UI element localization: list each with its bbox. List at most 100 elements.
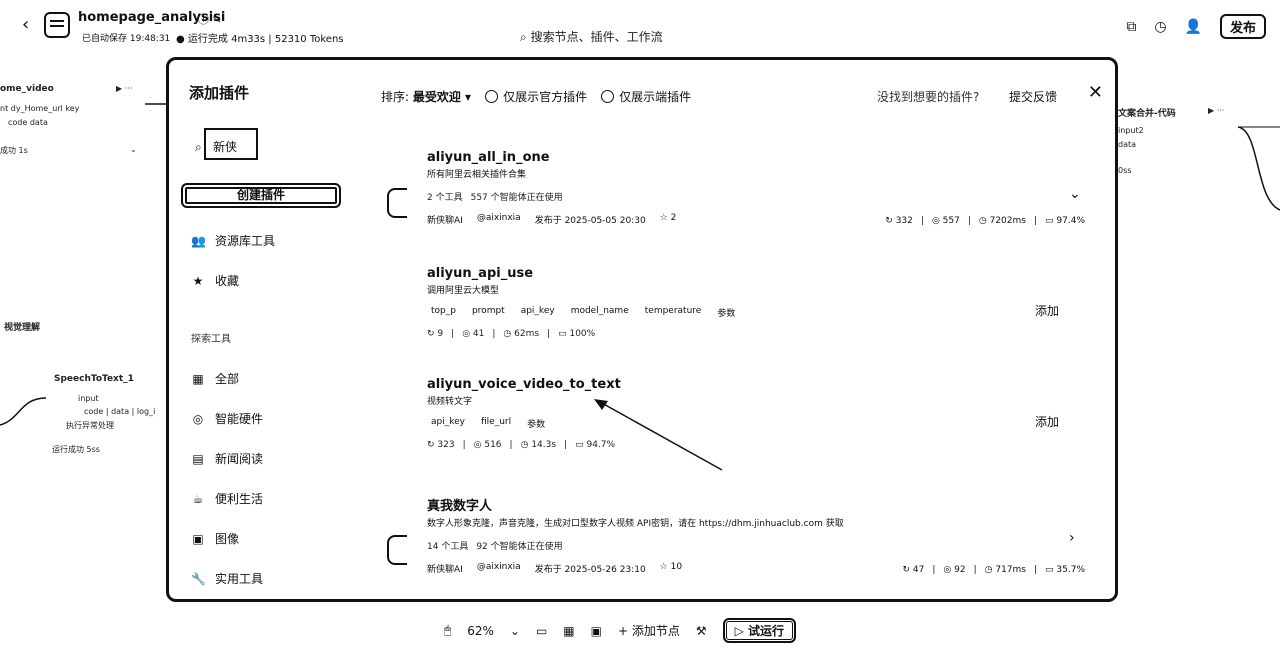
sidebar-item-image[interactable]: ▣ 图像 xyxy=(191,530,239,547)
debug-icon[interactable]: ⚒ xyxy=(696,624,707,638)
success-stat: ▭ 94.7% xyxy=(575,440,616,450)
users-icon: 👥 xyxy=(191,233,206,248)
add-node-button[interactable]: + 添加节点 xyxy=(618,622,680,639)
param-chip: 参数 xyxy=(717,309,736,319)
plugin-desc: 调用阿里云大模型 xyxy=(427,286,500,296)
plugin-stats: ↻ 47 | ◎ 92 | ◷ 717ms | ▭ 35.7% xyxy=(902,565,1086,575)
minimap-icon[interactable]: ▣ xyxy=(591,624,602,638)
author-handle: @aixinxia xyxy=(476,562,521,572)
plugin-logo-icon xyxy=(387,188,407,218)
runs-value: 9 xyxy=(437,329,444,339)
latency-stat: ◷ 14.3s xyxy=(520,440,557,450)
plugin-name[interactable]: aliyun_voice_video_to_text xyxy=(427,377,1067,392)
users-value: 516 xyxy=(484,440,502,450)
test-run-label: 试运行 xyxy=(748,624,785,638)
star-icon: ★ xyxy=(192,273,204,288)
param-chip: temperature xyxy=(644,306,702,316)
runs-stat: ↻ 9 xyxy=(427,329,444,339)
add-plugin-button[interactable]: 添加 xyxy=(1035,413,1059,430)
author-handle: @aixinxia xyxy=(476,213,521,223)
sidebar-item-label: 图像 xyxy=(215,532,240,546)
plugin-search-input[interactable]: 新侠 xyxy=(204,128,258,160)
chevron-right-icon[interactable]: › xyxy=(1069,530,1075,546)
runs-stat: ↻ 323 xyxy=(427,440,455,450)
param-chip: file_url xyxy=(480,417,512,427)
hardware-icon: ◎ xyxy=(192,411,204,426)
publish-date: 发布于 2025-05-05 20:30 xyxy=(534,216,646,226)
plugin-desc: 所有阿里云相关插件合集 xyxy=(427,170,527,180)
param-chip: api_key xyxy=(520,306,555,316)
plugin-card[interactable]: 真我数字人 数字人形象克隆，声音克隆，生成对口型数字人视频 API密钥，请在 h… xyxy=(427,495,1085,575)
star-count[interactable]: ☆ 10 xyxy=(660,562,682,575)
edge-only-radio[interactable]: 仅展示端插件 xyxy=(601,88,691,105)
latency-stat: ◷ 62ms xyxy=(503,329,540,339)
sidebar-item-hardware[interactable]: ◎ 智能硬件 xyxy=(191,410,263,427)
param-chip: model_name xyxy=(570,306,629,316)
sidebar-item-all[interactable]: ▦ 全部 xyxy=(191,370,239,387)
official-only-radio[interactable]: 仅展示官方插件 xyxy=(485,88,587,105)
not-found-text: 没找到想要的插件? xyxy=(877,90,980,104)
param-chips: top_p prompt api_key model_name temperat… xyxy=(427,306,1067,319)
plugin-card[interactable]: aliyun_all_in_one 所有阿里云相关插件合集 2 个工具 557 … xyxy=(427,150,1085,226)
chevron-down-icon[interactable]: ⌄ xyxy=(1069,186,1081,202)
explore-tools-heading: 探索工具 xyxy=(191,334,231,345)
agent-count: 557 个智能体正在使用 xyxy=(470,193,563,203)
star-count-value: 10 xyxy=(670,562,683,572)
success-value: 100% xyxy=(569,329,596,339)
users-stat: ◎ 516 xyxy=(473,440,502,450)
runs-value: 47 xyxy=(912,565,925,575)
sidebar-item-utilities[interactable]: 🔧 实用工具 xyxy=(191,570,263,587)
plugin-usage: 2 个工具 557 个智能体正在使用 xyxy=(427,190,1067,203)
param-chip: top_p xyxy=(431,306,456,316)
test-run-button[interactable]: ▷ 试运行 xyxy=(722,618,797,643)
radio-circle-icon xyxy=(601,90,615,103)
star-count[interactable]: ☆ 2 xyxy=(660,213,677,226)
plugin-card[interactable]: aliyun_api_use 调用阿里云大模型 top_p prompt api… xyxy=(427,266,1067,339)
comment-icon[interactable]: ▭ xyxy=(536,624,547,638)
sidebar-item-label: 全部 xyxy=(215,372,240,386)
official-only-label: 仅展示官方插件 xyxy=(503,90,588,104)
create-plugin-button[interactable]: 创建插件 xyxy=(181,183,341,208)
search-icon: ⌕ xyxy=(195,140,202,154)
plugin-stats: ↻ 323 | ◎ 516 | ◷ 14.3s | ▭ 94.7% xyxy=(427,440,616,450)
sidebar-item-library[interactable]: 👥 资源库工具 xyxy=(191,232,275,249)
latency-stat: ◷ 7202ms xyxy=(978,216,1026,226)
feedback-link[interactable]: 提交反馈 xyxy=(1009,88,1057,105)
author-name[interactable]: 新侠聊AI xyxy=(427,562,463,575)
news-icon: ▤ xyxy=(192,451,204,466)
publish-date: 发布于 2025-05-26 23:10 xyxy=(534,565,646,575)
sidebar-item-news[interactable]: ▤ 新闻阅读 xyxy=(191,450,263,467)
success-value: 97.4% xyxy=(1056,216,1085,226)
success-value: 94.7% xyxy=(586,440,616,450)
sidebar-item-life[interactable]: ☕ 便利生活 xyxy=(191,490,263,507)
author-name[interactable]: 新侠聊AI xyxy=(427,213,463,226)
layout-icon[interactable]: ▦ xyxy=(563,624,574,638)
tool-count: 2 个工具 xyxy=(427,193,463,203)
sort-filter-bar: 排序: 最受欢迎 ▾ 仅展示官方插件 仅展示端插件 xyxy=(381,88,691,105)
sort-dropdown[interactable]: 排序: 最受欢迎 ▾ xyxy=(381,88,471,105)
plugin-name[interactable]: aliyun_api_use xyxy=(427,266,1067,281)
users-stat: ◎ 92 xyxy=(943,565,966,575)
users-value: 41 xyxy=(472,329,485,339)
mouse-mode-icon[interactable]: 🖱 xyxy=(444,623,451,638)
star-count-value: 2 xyxy=(670,213,677,223)
plugin-card[interactable]: aliyun_voice_video_to_text 视频转文字 api_key… xyxy=(427,377,1067,450)
sort-label: 排序: xyxy=(381,90,410,104)
runs-value: 332 xyxy=(895,216,913,226)
runs-stat: ↻ 47 xyxy=(902,565,925,575)
zoom-level[interactable]: 62% xyxy=(467,624,494,638)
sidebar-item-label: 资源库工具 xyxy=(215,234,276,248)
modal-title: 添加插件 xyxy=(189,84,250,102)
latency-value: 14.3s xyxy=(531,440,557,450)
close-icon[interactable]: ✕ xyxy=(1088,82,1103,103)
success-stat: ▭ 100% xyxy=(558,329,596,339)
add-plugin-button[interactable]: 添加 xyxy=(1035,302,1059,319)
users-stat: ◎ 557 xyxy=(931,216,960,226)
plugin-name[interactable]: 真我数字人 xyxy=(427,495,1067,514)
users-value: 92 xyxy=(954,565,966,575)
chevron-down-icon[interactable]: ⌄ xyxy=(510,624,520,638)
wrench-icon: 🔧 xyxy=(191,571,206,586)
param-chip: api_key xyxy=(431,417,465,427)
plugin-name[interactable]: aliyun_all_in_one xyxy=(427,150,1067,165)
sidebar-item-favorites[interactable]: ★ 收藏 xyxy=(191,272,239,289)
